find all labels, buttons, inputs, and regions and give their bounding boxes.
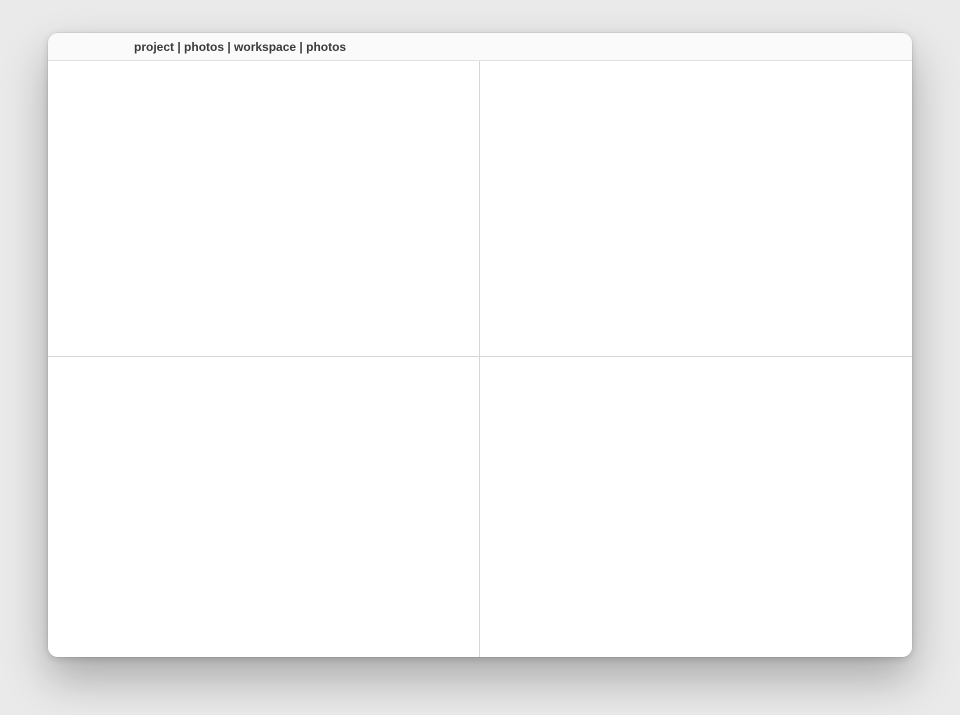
pane-photos-columns	[480, 357, 912, 657]
titlebar[interactable]: project | photos | workspace | photos	[48, 33, 912, 61]
pane-project-tree	[48, 61, 480, 357]
pane-workspace-list	[48, 357, 480, 657]
pane-grid	[48, 61, 912, 657]
pane-photos-grid	[480, 61, 912, 357]
window-title: project | photos | workspace | photos	[134, 40, 346, 54]
minimize-button[interactable]	[80, 41, 92, 53]
file-manager-window: project | photos | workspace | photos	[48, 33, 912, 657]
traffic-lights	[48, 41, 120, 53]
zoom-button[interactable]	[100, 41, 112, 53]
close-button[interactable]	[60, 41, 72, 53]
